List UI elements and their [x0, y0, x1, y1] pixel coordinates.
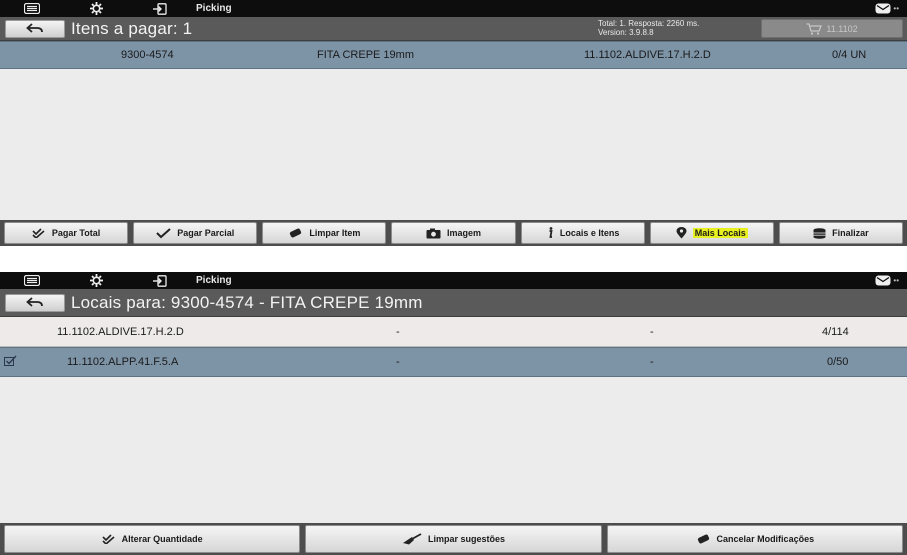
- status-dots: ••: [893, 276, 899, 285]
- messages-button[interactable]: ••: [875, 0, 899, 17]
- back-arrow-icon: [26, 297, 43, 307]
- back-button[interactable]: [5, 19, 65, 38]
- locais-itens-button[interactable]: Locais e Itens: [520, 222, 645, 244]
- menu-button[interactable]: [0, 0, 64, 17]
- list-icon: [24, 3, 40, 14]
- location-col2: -: [396, 356, 400, 368]
- picking-screen-locations: Picking •• Locais para: 9300-4574 - FITA…: [0, 272, 907, 555]
- location-code: 11.1102.ALPP.41.F.5.A: [67, 356, 179, 368]
- list-icon: [24, 275, 40, 286]
- header-bar: Locais para: 9300-4574 - FITA CREPE 19mm: [0, 289, 907, 317]
- cart-button[interactable]: 11.1102: [761, 19, 903, 38]
- settings-button[interactable]: [64, 0, 128, 17]
- table-row[interactable]: 11.1102.ALDIVE.17.H.2.D - - 4/114: [0, 317, 907, 347]
- mais-locais-button[interactable]: Mais Locais: [649, 222, 774, 244]
- page-title: Itens a pagar: 1: [71, 18, 193, 38]
- item-location: 11.1102.ALDIVE.17.H.2.D: [584, 49, 711, 61]
- messages-button[interactable]: ••: [875, 272, 899, 289]
- top-toolbar: Picking ••: [0, 272, 907, 289]
- cart-label: 11.1102: [826, 23, 858, 34]
- top-toolbar: Picking ••: [0, 0, 907, 17]
- login-icon: [153, 274, 167, 287]
- header-bar: Itens a pagar: 1 Total: 1. Resposta: 226…: [0, 17, 907, 41]
- camera-icon: [426, 228, 441, 238]
- back-button[interactable]: [5, 293, 65, 312]
- broom-icon: [402, 533, 422, 545]
- page-title: Locais para: 9300-4574 - FITA CREPE 19mm: [71, 292, 423, 312]
- imagem-label: Imagem: [446, 228, 481, 238]
- login-icon: [153, 2, 167, 15]
- mail-icon: [875, 3, 891, 14]
- response-info: Total: 1. Resposta: 2260 ms. Version: 3.…: [598, 19, 699, 37]
- mail-icon: [875, 275, 891, 286]
- limpar-sugestoes-label: Limpar sugestões: [427, 534, 505, 544]
- map-pin-icon: [676, 227, 687, 239]
- cancelar-modificacoes-label: Cancelar Modificações: [716, 534, 815, 544]
- limpar-sugestoes-button[interactable]: Limpar sugestões: [305, 525, 602, 553]
- pagar-total-label: Pagar Total: [51, 228, 101, 238]
- alterar-quantidade-button[interactable]: Alterar Quantidade: [4, 525, 301, 553]
- cancelar-modificacoes-button[interactable]: Cancelar Modificações: [606, 525, 903, 553]
- table-row[interactable]: 9300-4574 FITA CREPE 19mm 11.1102.ALDIVE…: [0, 41, 907, 69]
- settings-button[interactable]: [64, 272, 128, 289]
- check-icon: [156, 227, 171, 238]
- finalizar-label: Finalizar: [832, 228, 869, 238]
- action-footer: Pagar Total Pagar Parcial Limpar Item Im…: [0, 220, 907, 246]
- gear-icon: [89, 2, 103, 15]
- location-code: 11.1102.ALDIVE.17.H.2.D: [57, 325, 184, 338]
- eraser-icon: [290, 228, 302, 238]
- double-check-icon: [32, 228, 45, 238]
- info-icon: [549, 227, 553, 238]
- pagar-parcial-label: Pagar Parcial: [177, 228, 235, 238]
- login-button[interactable]: [128, 0, 192, 17]
- eraser-icon: [697, 534, 709, 544]
- item-code: 9300-4574: [121, 49, 174, 61]
- status-dots: ••: [893, 4, 899, 13]
- pagar-parcial-button[interactable]: Pagar Parcial: [133, 222, 258, 244]
- picking-screen-items: Picking •• Itens a pagar: 1 Total: 1. Re…: [0, 0, 907, 246]
- database-icon: [813, 227, 826, 239]
- imagem-button[interactable]: Imagem: [391, 222, 516, 244]
- response-info-version: Version: 3.9.8.8: [598, 28, 654, 37]
- selected-check-icon: [4, 355, 17, 369]
- response-info-total: Total: 1. Resposta: 2260 ms.: [598, 19, 700, 28]
- finalizar-button[interactable]: Finalizar: [778, 222, 903, 244]
- action-footer: Alterar Quantidade Limpar sugestões Canc…: [0, 523, 907, 555]
- locais-itens-label: Locais e Itens: [559, 228, 620, 238]
- location-col2: -: [396, 325, 400, 338]
- item-quantity: 0/4 UN: [832, 49, 867, 61]
- double-check-icon: [102, 534, 115, 544]
- location-col3: -: [650, 325, 654, 338]
- location-quantity: 4/114: [822, 325, 849, 338]
- pagar-total-button[interactable]: Pagar Total: [4, 222, 129, 244]
- limpar-item-label: Limpar Item: [309, 228, 361, 238]
- table-row[interactable]: 11.1102.ALPP.41.F.5.A - - 0/50: [0, 347, 907, 377]
- limpar-item-button[interactable]: Limpar Item: [262, 222, 387, 244]
- login-button[interactable]: [128, 272, 192, 289]
- alterar-quantidade-label: Alterar Quantidade: [121, 534, 203, 544]
- back-arrow-icon: [26, 23, 43, 33]
- menu-button[interactable]: [0, 272, 64, 289]
- app-title: Picking: [196, 275, 232, 286]
- item-description: FITA CREPE 19mm: [317, 49, 414, 61]
- location-col3: -: [650, 356, 654, 368]
- mais-locais-label: Mais Locais: [692, 228, 748, 238]
- location-quantity: 0/50: [827, 356, 849, 368]
- gear-icon: [89, 274, 103, 287]
- app-title: Picking: [196, 3, 232, 14]
- cart-icon: [806, 22, 823, 35]
